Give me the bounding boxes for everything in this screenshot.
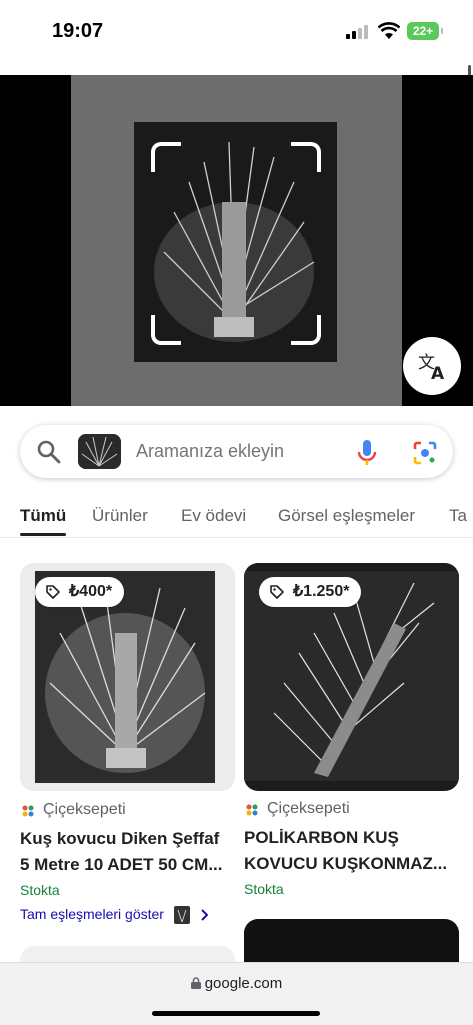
wifi-icon bbox=[378, 22, 400, 39]
url-display[interactable]: google.com bbox=[0, 975, 473, 992]
lock-icon bbox=[190, 977, 201, 989]
query-image-thumbnail[interactable] bbox=[78, 434, 121, 469]
translate-button[interactable]: 文 A bbox=[403, 337, 461, 395]
tab-homework[interactable]: Ev ödevi bbox=[181, 506, 246, 526]
result-title-line2: KOVUCU KUŞKONMAZ... bbox=[244, 854, 448, 873]
search-bar[interactable] bbox=[20, 425, 453, 478]
exact-matches-link[interactable]: Tam eşleşmeleri göster bbox=[20, 906, 209, 925]
url-text: google.com bbox=[204, 975, 283, 992]
mic-icon[interactable] bbox=[357, 439, 377, 467]
tab-products[interactable]: Ürünler bbox=[92, 506, 148, 526]
status-time: 19:07 bbox=[52, 20, 104, 42]
result-title[interactable]: Kuş kovucu Diken Şeffaf 5 Metre 10 ADET … bbox=[20, 826, 235, 878]
image-viewer[interactable]: 文 A bbox=[0, 75, 473, 406]
tab-visual-matches[interactable]: Görsel eşleşmeler bbox=[278, 506, 415, 526]
merchant-name: Çiçeksepeti bbox=[43, 801, 126, 818]
price-text: ₺1.250* bbox=[293, 583, 350, 600]
tag-icon bbox=[46, 585, 60, 599]
price-badge: ₺1.250* bbox=[259, 577, 362, 607]
home-indicator[interactable] bbox=[152, 1011, 320, 1016]
merchant-logo bbox=[246, 804, 258, 816]
lens-icon[interactable] bbox=[412, 440, 438, 466]
stock-status: Stokta bbox=[20, 882, 60, 898]
browser-address-bar[interactable]: google.com bbox=[0, 962, 473, 1025]
result-title-line2: 5 Metre 10 ADET 50 CM... bbox=[20, 855, 223, 874]
translate-icon: 文 A bbox=[418, 353, 445, 384]
svg-text:A: A bbox=[431, 364, 445, 384]
tabs-divider bbox=[0, 537, 473, 538]
merchant-name: Çiçeksepeti bbox=[267, 800, 350, 817]
battery-indicator: 22+ bbox=[407, 22, 443, 40]
search-input[interactable] bbox=[136, 441, 336, 462]
search-tabs: Tümü Ürünler Ev ödevi Görsel eşleşmeler … bbox=[0, 500, 473, 536]
price-text: ₺400* bbox=[69, 583, 113, 600]
exact-matches-label: Tam eşleşmeleri göster bbox=[20, 906, 164, 922]
crop-corner-top-left[interactable] bbox=[151, 142, 181, 172]
price-badge: ₺400* bbox=[35, 577, 125, 607]
tag-icon bbox=[270, 585, 284, 599]
tab-all[interactable]: Tümü bbox=[20, 506, 67, 536]
result-title-line1: POLİKARBON KUŞ bbox=[244, 828, 399, 847]
exact-match-thumbnail bbox=[173, 906, 190, 925]
tab-more[interactable]: Ta bbox=[449, 506, 467, 526]
crop-corner-bottom-left[interactable] bbox=[151, 315, 181, 345]
result-title[interactable]: POLİKARBON KUŞ KOVUCU KUŞKONMAZ... bbox=[244, 825, 459, 877]
status-bar: 19:07 22+ bbox=[0, 0, 473, 62]
result-title-line1: Kuş kovucu Diken Şeffaf bbox=[20, 829, 220, 848]
crop-corner-top-right[interactable] bbox=[291, 142, 321, 172]
search-icon bbox=[37, 440, 61, 464]
chevron-right-icon bbox=[201, 909, 209, 922]
crop-corner-bottom-right[interactable] bbox=[291, 315, 321, 345]
stock-status: Stokta bbox=[244, 881, 284, 897]
merchant-logo bbox=[22, 805, 34, 817]
cellular-signal-icon bbox=[346, 25, 370, 39]
